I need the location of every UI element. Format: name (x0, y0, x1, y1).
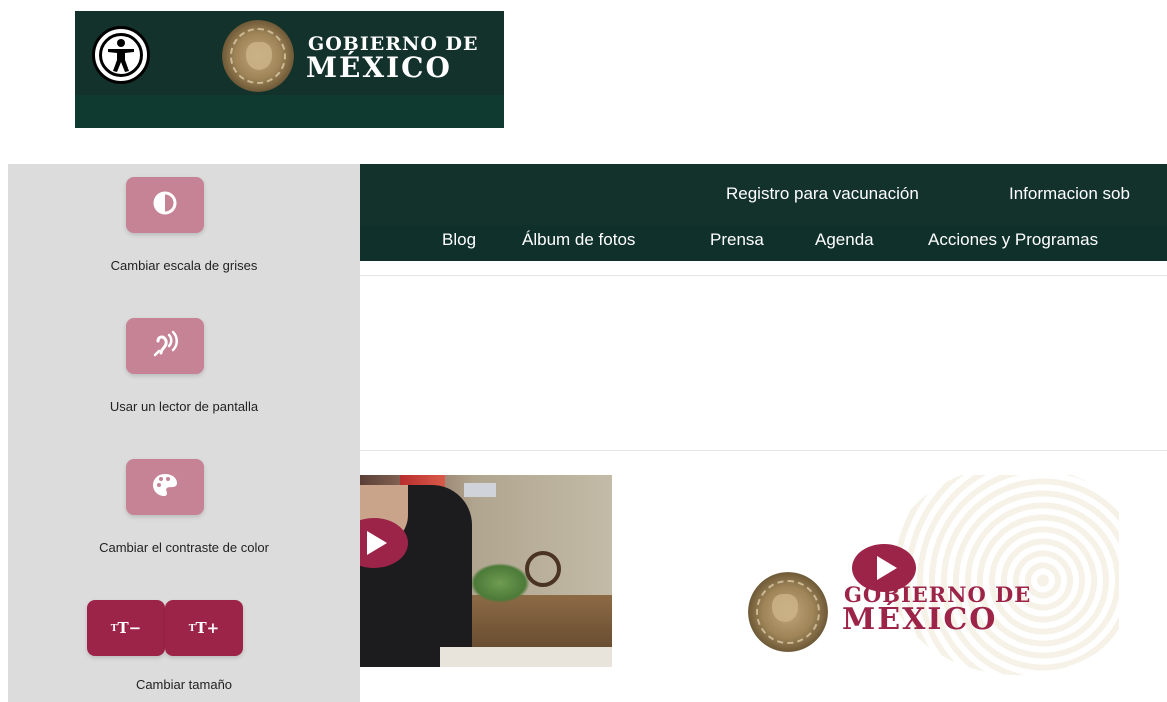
play-icon (367, 531, 387, 555)
nav-link-agenda[interactable]: Agenda (815, 230, 874, 250)
accessibility-panel: Cambiar escala de grises Usar un lector … (8, 164, 360, 702)
palette-icon (151, 472, 179, 502)
contrast-label: Cambiar el contraste de color (99, 540, 269, 555)
nav-link-acciones-programas[interactable]: Acciones y Programas (928, 230, 1098, 250)
nav-link-prensa[interactable]: Prensa (710, 230, 764, 250)
gov-banner: GOBIERNO DE MÉXICO (75, 11, 504, 128)
text-size-label: Cambiar tamaño (135, 677, 233, 692)
play-button-right[interactable] (852, 544, 916, 592)
divider (360, 275, 1167, 276)
nav-link-album-fotos[interactable]: Álbum de fotos (522, 230, 635, 250)
contrast-button[interactable] (126, 459, 204, 515)
video-ship-wheel (525, 551, 561, 587)
nav-link-informacion[interactable]: Informacion sob (1009, 184, 1130, 204)
video-thumbnail-left[interactable] (360, 475, 612, 667)
sub-nav: Blog Álbum de fotos Prensa Agenda Accion… (360, 225, 1167, 261)
increase-text-size-button[interactable]: TT+ (165, 600, 243, 656)
decrease-text-size-button[interactable]: TT− (87, 600, 165, 656)
half-circle-contrast-icon (152, 190, 178, 220)
banner-bottom-band (75, 95, 504, 128)
top-nav: Registro para vacunación Informacion sob (360, 164, 1167, 225)
nav-link-registro-vacunacion[interactable]: Registro para vacunación (726, 184, 919, 204)
hearing-icon (150, 329, 180, 363)
decorative-pattern (887, 475, 1119, 675)
decrease-text-icon: TT− (110, 619, 142, 637)
video-plant (470, 563, 530, 603)
nav-link-blog[interactable]: Blog (442, 230, 476, 250)
accessibility-button[interactable] (92, 26, 150, 84)
thumbnail-mexico-text: MÉXICO (842, 602, 998, 637)
increase-text-icon: TT+ (188, 619, 220, 637)
banner-mexico-text: MÉXICO (306, 51, 452, 84)
coat-of-arms-seal (222, 20, 294, 92)
screen-reader-button[interactable] (126, 318, 204, 374)
screen-reader-label: Usar un lector de pantalla (109, 399, 259, 414)
accessibility-person-icon (99, 33, 143, 77)
play-icon (877, 556, 897, 580)
grayscale-button[interactable] (126, 177, 204, 233)
video-person (360, 485, 472, 667)
video-paper (440, 647, 612, 667)
grayscale-label: Cambiar escala de grises (110, 258, 258, 273)
divider (360, 450, 1167, 451)
coat-of-arms-seal (748, 572, 828, 652)
video-wall-picture (464, 483, 496, 497)
